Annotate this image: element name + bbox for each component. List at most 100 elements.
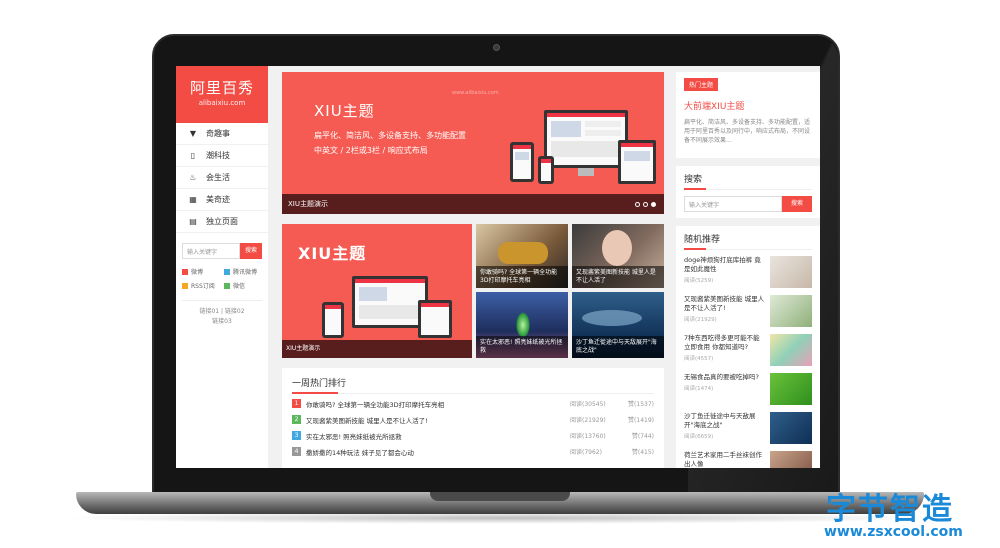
random-item-views: 阅读(4557): [684, 356, 714, 362]
random-item-title[interactable]: doge神烦狗打底库拍裤 竟是如此魔性: [684, 256, 766, 274]
random-item-thumbnail[interactable]: [770, 334, 812, 366]
hot-row[interactable]: 3 实在太邪恶! 照亮妹纸被光所拯救 阅读(13760) 赞(744): [292, 429, 654, 442]
brand-name: 阿里百秀: [189, 79, 254, 97]
random-item[interactable]: doge神烦狗打底库拍裤 竟是如此魔性 阅读(5259): [684, 256, 812, 289]
social-tag-label: 微信: [233, 283, 246, 290]
links-line-1[interactable]: 链接01 | 链接02: [176, 307, 268, 317]
random-item-title[interactable]: 又现酱紫美图新技能 城里人是不让人活了!: [684, 295, 766, 313]
random-item-title[interactable]: 沙丁鱼迁徙途中与天敌展开"海底之战": [684, 412, 766, 430]
photo-tile[interactable]: 沙丁鱼迁徙途中与天敌展开"海底之战": [572, 292, 664, 358]
hero-slider[interactable]: www.alibaixiu.com XIU主题 扁平化、简洁风、多设备支持、多功…: [282, 72, 664, 214]
nav-item[interactable]: ♨ 会生活: [176, 167, 268, 189]
hot-row-title[interactable]: 撒娇撒的14种玩法 妹子见了都会心动: [306, 447, 570, 457]
rank-number: 3: [292, 431, 301, 440]
slider-dot-active[interactable]: [651, 202, 656, 207]
social-tag[interactable]: 腾讯微博: [224, 267, 262, 276]
hot-row-title[interactable]: 又现酱紫美图新技能 城里人是不让人活了!: [306, 415, 570, 425]
tag-square-icon: [182, 268, 188, 275]
random-item[interactable]: 荷兰艺术家用二手丝袜创作出人像阅读(1543): [684, 451, 812, 468]
random-item[interactable]: 无锡食品真的要被吃掉吗? 阅读(1474): [684, 373, 812, 406]
photo-tile[interactable]: 又现酱紫美图新技能 城里人是不让人活了: [572, 224, 664, 288]
sidebar-search-button[interactable]: 搜索: [240, 243, 262, 259]
rank-number: 4: [292, 447, 301, 456]
portrait-image: [602, 230, 632, 266]
random-item-thumbnail[interactable]: [770, 295, 812, 327]
tile-caption: 你敢骑吗? 全球第一辆全功能3D打印摩托车亮相: [476, 266, 568, 288]
search-button[interactable]: 搜索: [782, 196, 812, 212]
hero-caption[interactable]: XIU主题演示: [282, 194, 664, 214]
social-tag[interactable]: 微信: [224, 281, 262, 290]
random-card-title: 随机推荐: [684, 232, 812, 250]
main-column: www.alibaixiu.com XIU主题 扁平化、简洁风、多设备支持、多功…: [282, 66, 664, 468]
social-tag-label: 微博: [191, 269, 204, 276]
fish-image: [582, 310, 642, 326]
random-item[interactable]: 又现酱紫美图新技能 城里人是不让人活了! 阅读(21929): [684, 295, 812, 328]
social-tag-label: 腾讯微博: [233, 269, 258, 276]
nav-item[interactable]: ▦ 美奇迹: [176, 189, 268, 211]
random-card: 随机推荐 doge神烦狗打底库拍裤 竟是如此魔性 阅读(5259) 又现酱紫美图新技…: [676, 226, 820, 468]
search-input[interactable]: 输入关键字: [684, 196, 782, 212]
random-item-title[interactable]: 无锡食品真的要被吃掉吗?: [684, 373, 766, 382]
brand-logo[interactable]: 阿里百秀 alibaixiu.com: [176, 66, 268, 123]
sidebar-search-input[interactable]: 输入关键字: [182, 243, 240, 259]
feature-banner-title: XIU主题: [298, 244, 367, 263]
nav-item[interactable]: ▯ 潮科技: [176, 145, 268, 167]
slider-dot[interactable]: [635, 202, 640, 207]
links-line-2[interactable]: 链接03: [176, 317, 268, 327]
social-tags: 微博 腾讯微博 RSS订阅 微信: [182, 267, 262, 290]
social-tag[interactable]: 微博: [182, 267, 220, 276]
random-item-thumbnail[interactable]: [770, 451, 812, 468]
hot-ranking-title: 一周热门排行: [292, 376, 654, 394]
phone-icon: ▯: [190, 151, 196, 160]
photo-tile[interactable]: 你敢骑吗? 全球第一辆全功能3D打印摩托车亮相: [476, 224, 568, 288]
feature-banner[interactable]: XIU主题 XIU主题演示: [282, 224, 472, 358]
slider-dot[interactable]: [643, 202, 648, 207]
hot-theme-chip: 热门主题: [684, 78, 719, 91]
random-item[interactable]: 7种东西吃得多更可能不能立即食用 你都知道吗? 阅读(4557): [684, 334, 812, 367]
laptop-notch: [430, 492, 570, 501]
list-icon: ▤: [189, 217, 197, 226]
hot-theme-card: 热门主题 大前端XIU主题 扁平化、简洁风、多设备支持、多功能配置，适用于阿里百…: [676, 72, 820, 158]
tag-square-icon: [224, 282, 230, 289]
hot-theme-title[interactable]: 大前端XIU主题: [684, 99, 812, 112]
hot-row-title[interactable]: 实在太邪恶! 照亮妹纸被光所拯救: [306, 431, 570, 441]
photo-tile[interactable]: 实在太邪恶! 照亮妹纸被光所拯救: [476, 292, 568, 358]
camera-icon: [493, 44, 500, 51]
random-item[interactable]: 沙丁鱼迁徙途中与天敌展开"海底之战" 阅读(6659): [684, 412, 812, 445]
hot-row-likes[interactable]: 赞(1419): [614, 415, 654, 424]
hot-row-title[interactable]: 你敢骑吗? 全球第一辆全功能3D打印摩托车亮相: [306, 399, 570, 409]
flame-icon: ♨: [189, 173, 197, 182]
random-item-thumbnail[interactable]: [770, 256, 812, 288]
hot-theme-desc: 扁平化、简洁风、多设备支持、多功能配置，适用于阿里百秀以及同行中，响应式布局，不…: [684, 119, 811, 144]
brand-domain: alibaixiu.com: [198, 99, 246, 107]
social-tag-label: RSS订阅: [191, 283, 215, 290]
hot-row-likes[interactable]: 赞(744): [614, 431, 654, 440]
hot-row-likes[interactable]: 赞(415): [614, 447, 654, 456]
nav-item[interactable]: ▼ 奇趣事: [176, 123, 268, 145]
tile-caption: 又现酱紫美图新技能 城里人是不让人活了: [572, 266, 664, 288]
hot-row[interactable]: 2 又现酱紫美图新技能 城里人是不让人活了! 阅读(21929) 赞(1419): [292, 413, 654, 426]
rank-number: 2: [292, 415, 301, 424]
sidebar-search: 输入关键字 搜索: [182, 243, 262, 259]
hot-row[interactable]: 1 你敢骑吗? 全球第一辆全功能3D打印摩托车亮相 阅读(30545) 赞(1537): [292, 397, 654, 410]
rank-number: 1: [292, 399, 301, 408]
stage: 阿里百秀 alibaixiu.com ▼ 奇趣事 ▯ 潮科技 ♨ 会生活 ▦ 美奇迹 ▤ 独立页面…: [0, 0, 1000, 548]
random-item-views: 阅读(21929): [684, 317, 717, 323]
hot-row-likes[interactable]: 赞(1537): [614, 399, 654, 408]
social-tag[interactable]: RSS订阅: [182, 281, 220, 290]
hot-ranking: 一周热门排行 1 你敢骑吗? 全球第一辆全功能3D打印摩托车亮相 阅读(30545)…: [282, 368, 664, 468]
motorbike-image: [498, 242, 548, 264]
nav-item[interactable]: ▤ 独立页面: [176, 211, 268, 233]
grid-icon: ▦: [189, 195, 197, 204]
search-card: 搜索 输入关键字 搜索: [676, 166, 820, 218]
nav-item-label: 独立页面: [206, 217, 238, 226]
random-item-title[interactable]: 7种东西吃得多更可能不能立即食用 你都知道吗?: [684, 334, 766, 352]
watermark-cn: 字节智造: [826, 492, 954, 527]
hot-row[interactable]: 4 撒娇撒的14种玩法 妹子见了都会心动 阅读(7962) 赞(415): [292, 445, 654, 458]
nav-item-label: 美奇迹: [206, 195, 230, 204]
random-item-thumbnail[interactable]: [770, 373, 812, 405]
hot-row-views: 阅读(13760): [570, 433, 606, 440]
slider-dots: [635, 202, 656, 207]
random-item-thumbnail[interactable]: [770, 412, 812, 444]
random-item-title[interactable]: 荷兰艺术家用二手丝袜创作出人像: [684, 451, 766, 468]
